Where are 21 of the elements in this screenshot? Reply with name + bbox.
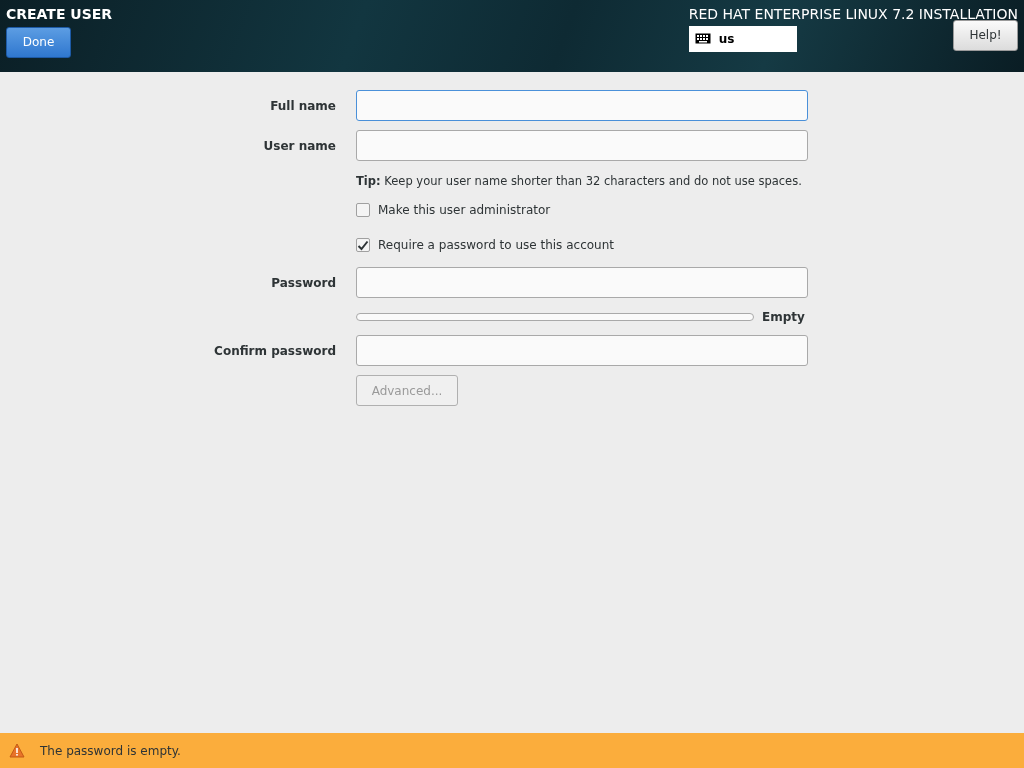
checkbox-label[interactable]: Require a password to use this account [378, 236, 614, 255]
field-label: User name [262, 137, 336, 155]
strength-reading: Empty [762, 309, 805, 327]
checkbox-label[interactable]: Make this user administrator [378, 201, 551, 220]
screen-title: CREATE USER [6, 6, 113, 23]
field-label: Password [270, 274, 336, 292]
tip-text: Tip: Keep your user name shorter than 32 characters and do not use spaces. [356, 173, 803, 190]
input-field[interactable] [356, 335, 808, 367]
done-button[interactable]: Done [6, 26, 71, 58]
help-button[interactable]: Help! [953, 19, 1018, 51]
warning-icon [9, 743, 25, 758]
keyboard-icon [694, 33, 711, 45]
checkbox[interactable] [356, 203, 370, 218]
input-field[interactable] [356, 130, 808, 161]
status-message: The password is empty. [40, 742, 181, 760]
field-label: Confirm password [213, 342, 336, 360]
input-field[interactable] [356, 267, 808, 299]
field-label: Full name [269, 97, 336, 115]
checkbox[interactable] [356, 238, 370, 253]
keyboard-layout-indicator[interactable]: us [688, 25, 797, 52]
input-field[interactable] [356, 90, 808, 121]
